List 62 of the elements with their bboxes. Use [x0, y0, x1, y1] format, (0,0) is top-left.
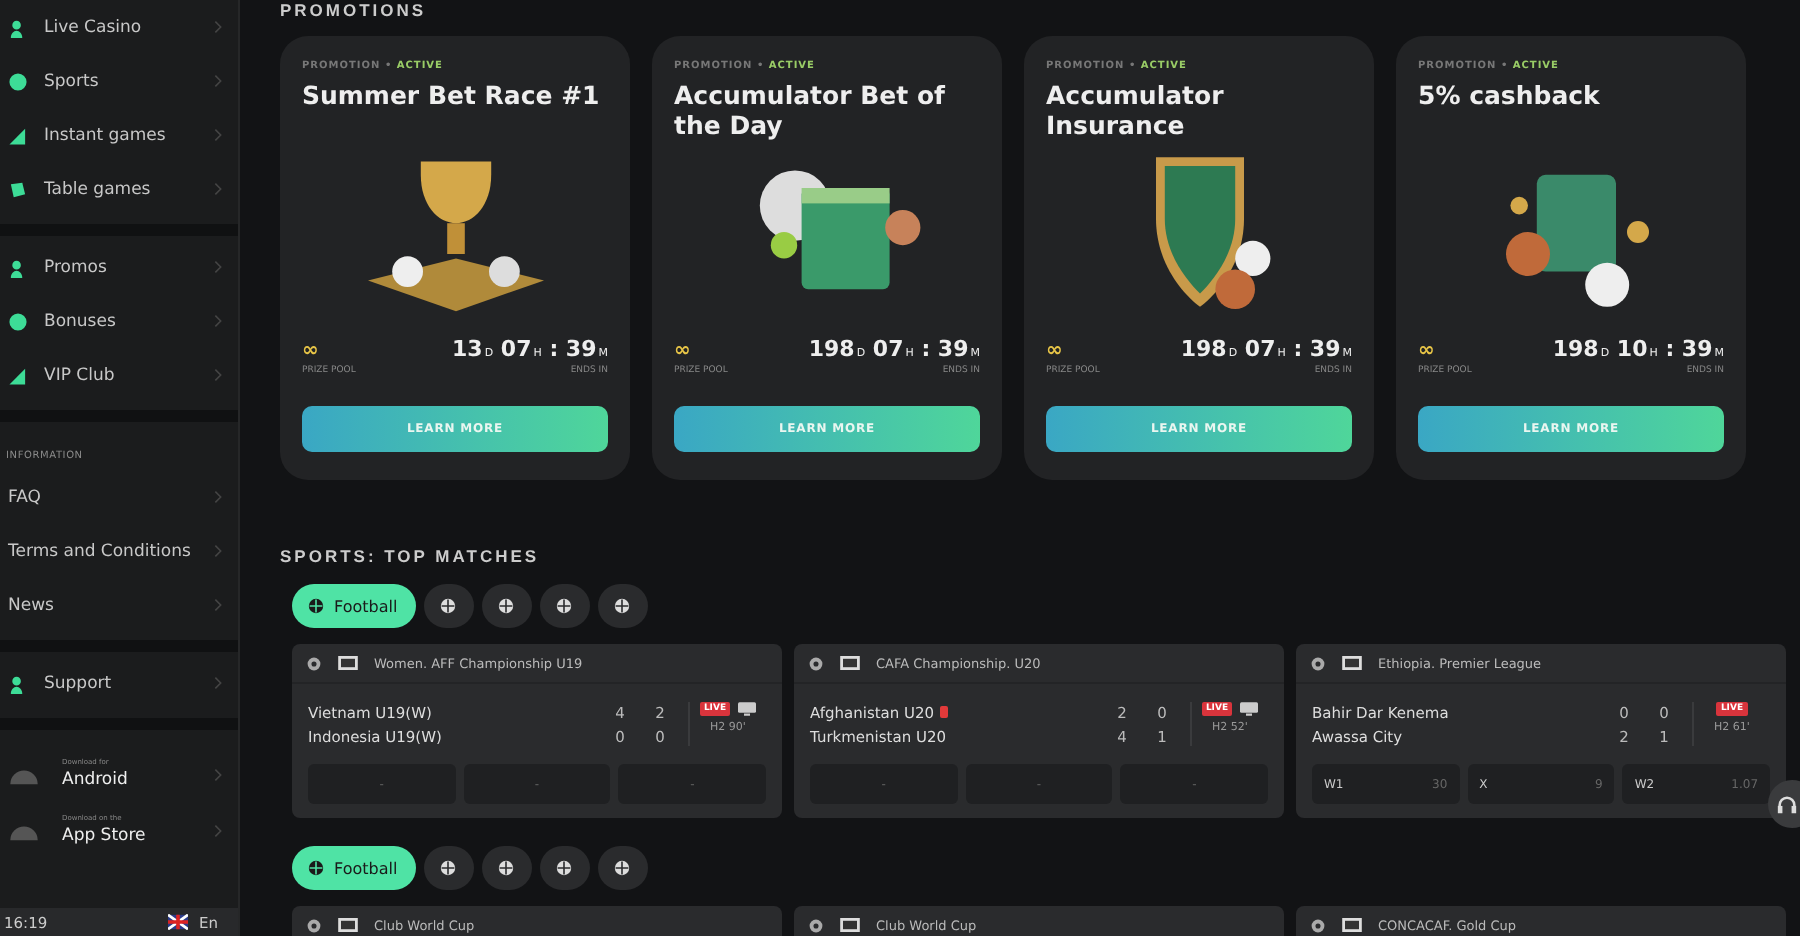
- chevron-icon: [214, 676, 222, 690]
- menu-item-icon: [8, 311, 28, 331]
- sidebar-item[interactable]: Live Casino: [0, 0, 238, 54]
- ball-icon: [556, 860, 573, 876]
- sport-icon-tab[interactable]: [423, 584, 474, 628]
- menu-item-icon: [8, 71, 28, 91]
- sport-icon-tab[interactable]: [481, 584, 532, 628]
- sidebar-item[interactable]: Table games: [0, 162, 238, 216]
- chevron-icon: [214, 368, 222, 382]
- ball-icon: [614, 860, 631, 876]
- ball-icon: [498, 860, 515, 876]
- ball-icon: [614, 598, 631, 614]
- sport-icon-tab[interactable]: [597, 846, 648, 890]
- menu-item-icon: [8, 125, 28, 145]
- promo-title: Accumulator Insurance: [1046, 80, 1226, 140]
- sport-tab[interactable]: Football: [292, 846, 416, 890]
- menu-item-icon: [8, 179, 28, 199]
- sport-icon-tab[interactable]: [597, 584, 648, 628]
- sidebar-item[interactable]: Promos: [0, 240, 238, 294]
- promo-title: Summer Bet Race #1: [302, 80, 602, 114]
- sidebar-item[interactable]: News: [0, 578, 238, 632]
- headset-icon: [1775, 793, 1797, 815]
- menu-item-icon: [8, 673, 28, 693]
- sidebar-item[interactable]: Sports: [0, 54, 238, 108]
- chevron-icon: [214, 544, 222, 558]
- chevron-icon: [214, 260, 222, 274]
- chevron-icon: [214, 490, 222, 504]
- prize-pool-value: ∞: [302, 340, 319, 362]
- section-title: SPORTS: TOP MATCHES: [280, 546, 542, 566]
- ball-icon: [308, 598, 324, 614]
- chevron-icon: [214, 314, 222, 328]
- chevron-icon: [214, 128, 222, 142]
- sidebar-item[interactable]: Terms and Conditions: [0, 524, 238, 578]
- chevron-icon: [214, 767, 222, 781]
- sidebar-item[interactable]: Instant games: [0, 108, 238, 162]
- prize-pool-value: ∞: [674, 340, 691, 362]
- sport-tab[interactable]: Football: [292, 584, 416, 628]
- menu-item-icon: [8, 257, 28, 277]
- prize-pool-value: ∞: [1418, 340, 1435, 362]
- sport-icon-tab[interactable]: [539, 584, 590, 628]
- sport-icon-tab[interactable]: [423, 846, 474, 890]
- chevron-icon: [214, 182, 222, 196]
- chevron-icon: [214, 20, 222, 34]
- sport-icon-tab[interactable]: [539, 846, 590, 890]
- ball-icon: [440, 598, 457, 614]
- menu-item-icon: [8, 17, 28, 37]
- section-title: PROMOTIONS: [280, 0, 429, 20]
- sidebar-item[interactable]: Bonuses: [0, 294, 238, 348]
- menu-item-icon: [8, 365, 28, 385]
- prize-pool-value: ∞: [1046, 340, 1063, 362]
- sidebar-item[interactable]: FAQ: [0, 470, 238, 524]
- ball-icon: [498, 598, 515, 614]
- sidebar-item[interactable]: VIP Club: [0, 348, 238, 402]
- ball-icon: [308, 860, 324, 876]
- chevron-icon: [214, 598, 222, 612]
- sport-icon-tab[interactable]: [481, 846, 532, 890]
- ball-icon: [556, 598, 573, 614]
- promo-title: Accumulator Bet of the Day: [674, 80, 947, 140]
- ball-icon: [440, 860, 457, 876]
- promo-title: 5% cashback: [1418, 80, 1602, 114]
- chevron-icon: [214, 823, 222, 837]
- chevron-icon: [214, 74, 222, 88]
